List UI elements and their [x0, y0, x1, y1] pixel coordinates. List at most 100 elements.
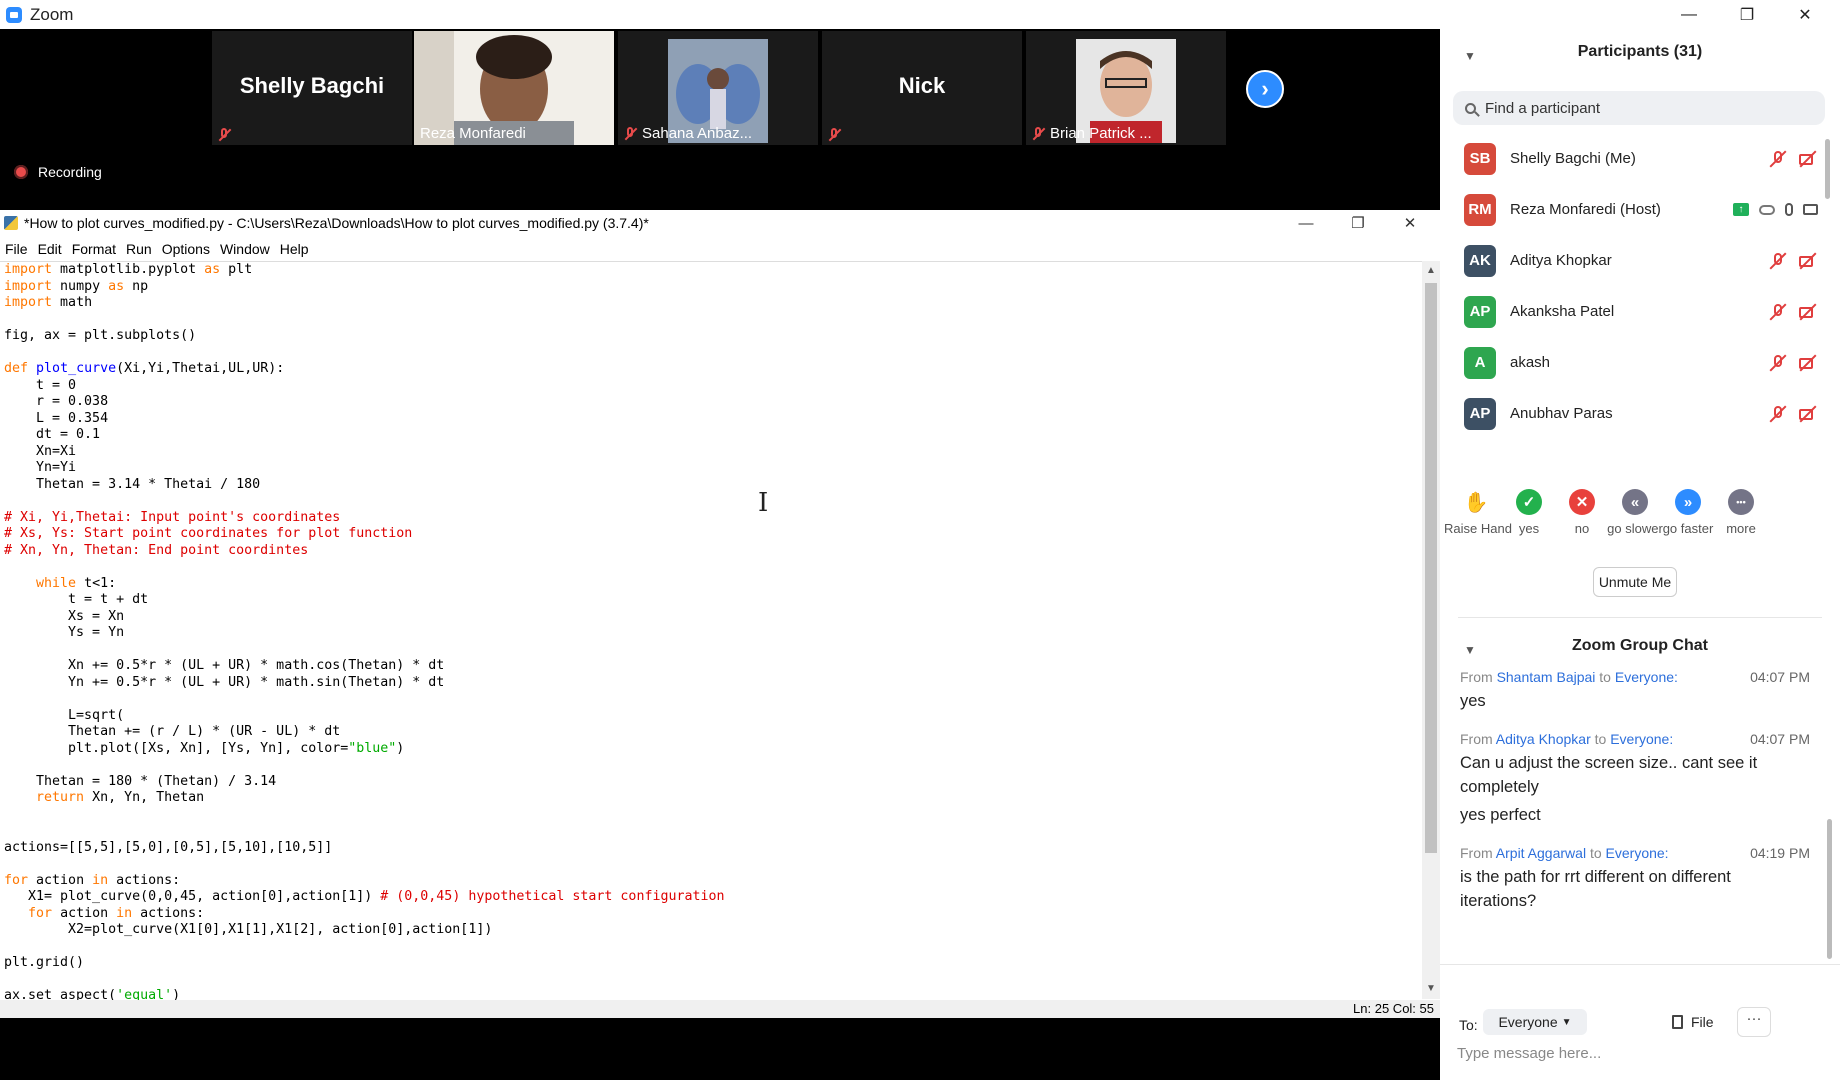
message-input[interactable]: Type message here... — [1457, 1045, 1601, 1062]
menu-format[interactable]: Format — [67, 238, 121, 260]
code-line[interactable]: import matplotlib.pyplot as plt — [4, 262, 1422, 279]
code-line[interactable]: Yn += 0.5*r * (UL + UR) * math.sin(Theta… — [4, 675, 1422, 692]
code-line[interactable]: ax.set_aspect('equal') — [4, 988, 1422, 1000]
code-token: L=sqrt( — [4, 707, 125, 723]
editor-minimize-button[interactable]: — — [1280, 210, 1332, 236]
recipient-select[interactable]: Everyone ▼ — [1483, 1009, 1587, 1035]
code-line[interactable] — [4, 345, 1422, 362]
scroll-up-arrow-icon[interactable]: ▲ — [1422, 263, 1440, 279]
sender-name[interactable]: Aditya Khopkar — [1496, 731, 1591, 747]
minimize-button[interactable]: — — [1660, 0, 1718, 29]
code-line[interactable]: plt.grid() — [4, 955, 1422, 972]
code-line[interactable]: Thetan = 180 * (Thetan) / 3.14 — [4, 774, 1422, 791]
chat-scrollbar[interactable] — [1827, 819, 1832, 959]
reaction-more[interactable]: ••• more — [1709, 489, 1773, 536]
code-line[interactable] — [4, 691, 1422, 708]
code-line[interactable]: t = t + dt — [4, 592, 1422, 609]
code-line[interactable] — [4, 807, 1422, 824]
code-line[interactable]: actions=[[5,5],[5,0],[0,5],[5,10],[10,5]… — [4, 840, 1422, 857]
code-line[interactable] — [4, 972, 1422, 989]
code-line[interactable] — [4, 856, 1422, 873]
code-line[interactable]: r = 0.038 — [4, 394, 1422, 411]
video-tile-nick[interactable]: Nick — [822, 31, 1022, 145]
code-line[interactable]: Xs = Xn — [4, 609, 1422, 626]
participant-row[interactable]: AK Aditya Khopkar — [1440, 235, 1840, 286]
code-line[interactable]: Xn=Xi — [4, 444, 1422, 461]
code-token: ax.set_aspect( — [4, 988, 117, 1000]
menu-edit[interactable]: Edit — [33, 238, 67, 260]
participant-search[interactable]: Find a participant — [1453, 91, 1825, 125]
participant-list: SB Shelly Bagchi (Me) RM Reza Monfaredi (Ho… — [1440, 133, 1840, 453]
code-line[interactable]: # Xn, Yn, Thetan: End point coordintes — [4, 543, 1422, 560]
close-button[interactable]: ✕ — [1776, 0, 1834, 29]
code-text[interactable]: import matplotlib.pyplot as plt import nu… — [0, 262, 1422, 1000]
code-line[interactable]: X1= plot_curve(0,0,45, action[0],action[… — [4, 889, 1422, 906]
code-line[interactable]: Ys = Yn — [4, 625, 1422, 642]
code-line[interactable] — [4, 939, 1422, 956]
video-tile-reza[interactable]: Reza Monfaredi — [414, 31, 614, 145]
editor-restore-button[interactable]: ❐ — [1332, 210, 1384, 236]
code-line[interactable] — [4, 642, 1422, 659]
participant-row[interactable]: SB Shelly Bagchi (Me) — [1440, 133, 1840, 184]
video-tile-sahana[interactable]: Sahana Anbaz... — [618, 31, 818, 145]
scroll-thumb[interactable] — [1425, 283, 1437, 853]
code-line[interactable] — [4, 493, 1422, 510]
reaction-icon: « — [1622, 489, 1648, 515]
code-line[interactable]: fig, ax = plt.subplots() — [4, 328, 1422, 345]
code-line[interactable]: return Xn, Yn, Thetan — [4, 790, 1422, 807]
reaction-icon: ••• — [1728, 489, 1754, 515]
code-editor[interactable]: import matplotlib.pyplot as plt import nu… — [0, 261, 1422, 1000]
code-line[interactable]: dt = 0.1 — [4, 427, 1422, 444]
code-keyword: as — [108, 278, 125, 294]
code-line[interactable] — [4, 823, 1422, 840]
next-page-arrow-icon[interactable]: › — [1246, 70, 1284, 108]
menu-window[interactable]: Window — [215, 238, 275, 260]
video-tile-brian[interactable]: Brian Patrick ... — [1026, 31, 1226, 145]
participant-row[interactable]: AP Akanksha Patel — [1440, 286, 1840, 337]
code-line[interactable] — [4, 559, 1422, 576]
recipient-name: Everyone: — [1614, 669, 1678, 685]
chat-more-button[interactable]: ··· — [1737, 1007, 1771, 1037]
participant-row[interactable]: AP Anubhav Paras — [1440, 388, 1840, 439]
code-line[interactable]: X2=plot_curve(X1[0],X1[1],X1[2], action[… — [4, 922, 1422, 939]
video-tile-shelly[interactable]: Shelly Bagchi — [212, 31, 412, 145]
menu-run[interactable]: Run — [121, 238, 157, 260]
code-line[interactable]: for action in actions: — [4, 906, 1422, 923]
participant-row[interactable]: RM Reza Monfaredi (Host) ↑ — [1440, 184, 1840, 235]
code-line[interactable]: # Xi, Yi,Thetai: Input point's coordinat… — [4, 510, 1422, 527]
code-line[interactable]: # Xs, Ys: Start point coordinates for pl… — [4, 526, 1422, 543]
editor-close-button[interactable]: ✕ — [1384, 210, 1436, 236]
editor-scrollbar[interactable]: ▲ ▼ — [1422, 261, 1440, 999]
code-line[interactable]: Yn=Yi — [4, 460, 1422, 477]
code-line[interactable]: Thetan = 3.14 * Thetai / 180 — [4, 477, 1422, 494]
code-line[interactable]: while t<1: — [4, 576, 1422, 593]
scroll-down-arrow-icon[interactable]: ▼ — [1422, 981, 1440, 997]
code-line[interactable]: t = 0 — [4, 378, 1422, 395]
code-line[interactable]: import math — [4, 295, 1422, 312]
code-line[interactable] — [4, 312, 1422, 329]
menu-options[interactable]: Options — [157, 238, 215, 260]
menu-file[interactable]: File — [0, 238, 33, 260]
code-keyword: import — [4, 262, 53, 277]
restore-button[interactable]: ❐ — [1718, 0, 1776, 29]
participant-list-scrollbar[interactable] — [1825, 139, 1830, 199]
file-button[interactable]: File — [1672, 1014, 1714, 1030]
sender-name[interactable]: Shantam Bajpai — [1497, 669, 1596, 685]
chat-message: From Aditya Khopkar to Everyone: 04:07 PM… — [1460, 731, 1810, 827]
code-line[interactable]: for action in actions: — [4, 873, 1422, 890]
sender-name[interactable]: Arpit Aggarwal — [1496, 845, 1586, 861]
code-line[interactable] — [4, 757, 1422, 774]
menu-help[interactable]: Help — [275, 238, 314, 260]
code-line[interactable]: plt.plot([Xs, Xn], [Ys, Yn], color="blue… — [4, 741, 1422, 758]
recording-indicator[interactable]: Recording — [14, 164, 102, 180]
code-line[interactable]: import numpy as np — [4, 279, 1422, 296]
video-off-icon — [1798, 354, 1818, 372]
code-line[interactable]: L=sqrt( — [4, 708, 1422, 725]
code-line[interactable]: Xn += 0.5*r * (UL + UR) * math.cos(Theta… — [4, 658, 1422, 675]
unmute-me-button[interactable]: Unmute Me — [1593, 567, 1677, 597]
search-input[interactable]: Find a participant — [1485, 100, 1600, 117]
code-line[interactable]: L = 0.354 — [4, 411, 1422, 428]
code-line[interactable]: def plot_curve(Xi,Yi,Thetai,UL,UR): — [4, 361, 1422, 378]
code-line[interactable]: Thetan += (r / L) * (UR - UL) * dt — [4, 724, 1422, 741]
participant-row[interactable]: Aakash — [1440, 337, 1840, 388]
